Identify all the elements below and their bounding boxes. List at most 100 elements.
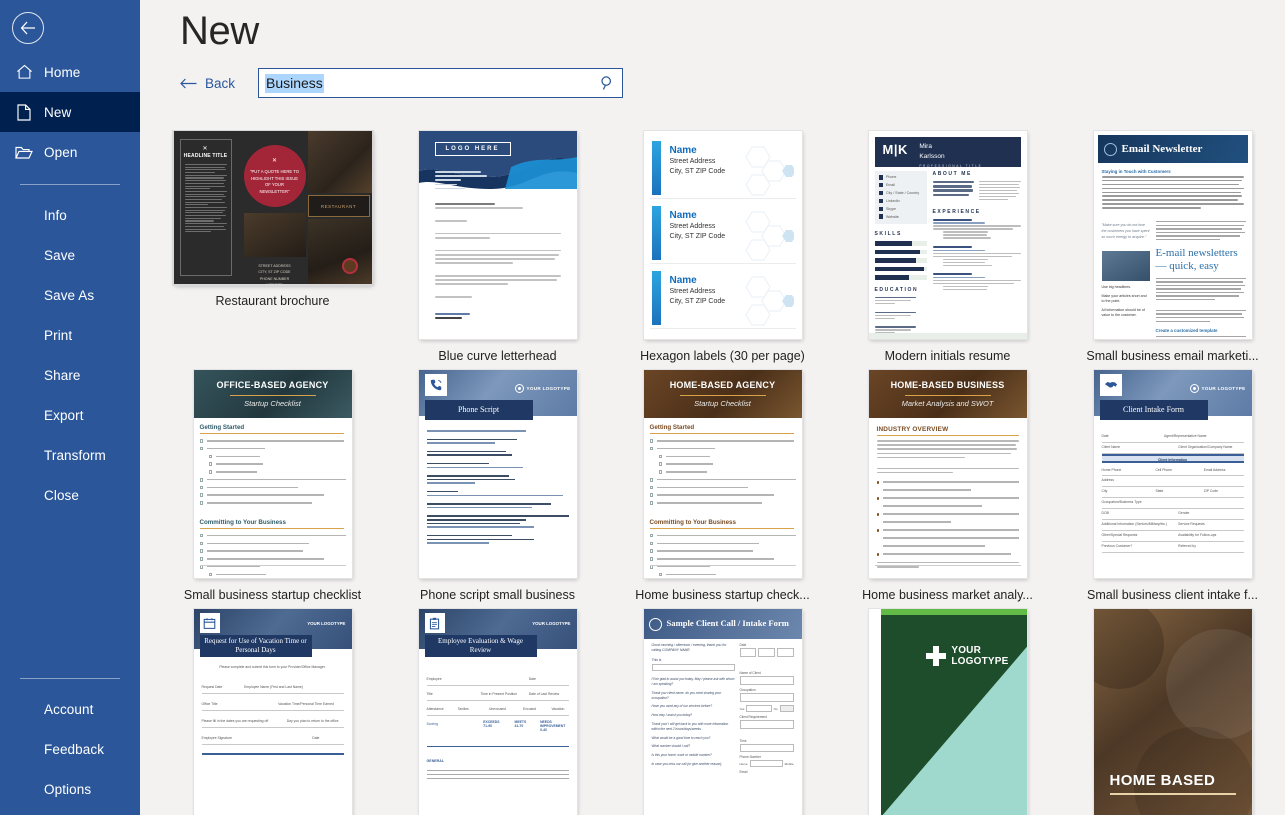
- checklist-title: HOME-BASED AGENCY: [669, 380, 776, 390]
- form-label: Client Organization/Company Name: [1178, 445, 1233, 449]
- checklist-section-2: Committing to Your Business: [649, 518, 736, 526]
- template-card-modern-initials-resume[interactable]: M|K Mira Karlsson PROFESSIONAL TITLE Pho…: [835, 130, 1060, 363]
- thumbnail-wrap[interactable]: YOUR LOGOTYPE: [868, 608, 1028, 815]
- template-card-home-based-cover[interactable]: HOME BASED: [1060, 608, 1285, 815]
- template-grid[interactable]: ✕ HEADLINE TITLE ✕ "PUT A QUOTE HERE TO …: [140, 130, 1285, 815]
- template-thumbnail[interactable]: LOGO HERE: [418, 131, 577, 339]
- resume-section-skills: SKILLS: [874, 231, 902, 238]
- template-card-employee-evaluation[interactable]: YOUR LOGOTYPE Employee Evaluation & Wage…: [385, 608, 610, 815]
- thumbnail-wrap[interactable]: YOUR LOGOTYPE Client Intake Form Date Age…: [1093, 369, 1253, 579]
- sidebar-item-export[interactable]: Export: [0, 395, 140, 435]
- thumbnail-wrap[interactable]: YOUR LOGOTYPE Phone Script: [418, 369, 578, 579]
- resume-header: M|K Mira Karlsson PROFESSIONAL TITLE: [874, 137, 1021, 168]
- script-group: [426, 475, 569, 484]
- letterhead-logo-box: LOGO HERE: [434, 142, 511, 156]
- template-card-green-logotype-cover[interactable]: YOUR LOGOTYPE: [835, 608, 1060, 815]
- template-card-blue-curve-letterhead[interactable]: LOGO HERE Blue curve letterhead: [385, 130, 610, 363]
- label-block: Name Street Address City, ST ZIP Code: [649, 204, 796, 264]
- sidebar-item-home[interactable]: Home: [0, 52, 140, 92]
- main-content: New Back Business ✕ HEADLINE TITLE ✕ "PU…: [140, 0, 1285, 815]
- template-thumbnail[interactable]: HOME BASED: [1093, 609, 1252, 815]
- search-input[interactable]: Business: [258, 68, 623, 98]
- form-label: Availability for Follow-ups: [1178, 533, 1217, 537]
- template-card-vacation-request[interactable]: YOUR LOGOTYPE Request for Use of Vacatio…: [160, 608, 385, 815]
- template-thumbnail[interactable]: Sample Client Call / Intake Form Good mo…: [643, 609, 802, 815]
- back-circle-button[interactable]: [12, 12, 44, 44]
- backstage-sidebar: Home New Open Info Save Save As Print Sh…: [0, 0, 140, 815]
- template-thumbnail[interactable]: YOUR LOGOTYPE Phone Script: [418, 370, 577, 578]
- label-text: Name Street Address City, ST ZIP Code: [670, 275, 726, 307]
- template-thumbnail[interactable]: YOUR LOGOTYPE Employee Evaluation & Wage…: [418, 609, 577, 815]
- template-card-hexagon-labels[interactable]: Name Street Address City, ST ZIP Code Na…: [610, 130, 835, 363]
- thumbnail-wrap[interactable]: OFFICE-BASED AGENCY Startup Checklist Ge…: [193, 369, 353, 579]
- template-thumbnail[interactable]: HOME-BASED AGENCY Startup Checklist Gett…: [643, 370, 802, 578]
- template-card-home-business-startup-checklist[interactable]: HOME-BASED AGENCY Startup Checklist Gett…: [610, 369, 835, 602]
- sidebar-item-new[interactable]: New: [0, 92, 140, 132]
- template-thumbnail[interactable]: YOUR LOGOTYPE: [868, 609, 1027, 815]
- back-link[interactable]: Back: [180, 76, 258, 91]
- sidebar-item-save-as[interactable]: Save As: [0, 275, 140, 315]
- logotype: YOUR LOGOTYPE: [307, 621, 345, 626]
- sidebar-item-transform[interactable]: Transform: [0, 435, 140, 475]
- template-thumbnail[interactable]: YOUR LOGOTYPE Request for Use of Vacatio…: [193, 609, 352, 815]
- sidebar-item-print[interactable]: Print: [0, 315, 140, 355]
- thumbnail-wrap[interactable]: YOUR LOGOTYPE Employee Evaluation & Wage…: [418, 608, 578, 815]
- form-row: Employee Signature Date: [201, 728, 344, 745]
- sidebar-item-account[interactable]: Account: [0, 689, 140, 729]
- market-bullet: [876, 479, 1019, 484]
- search-icon[interactable]: [600, 76, 615, 91]
- checklist-hero-photo: [643, 370, 802, 418]
- phone-script-body: [426, 430, 569, 551]
- checklist-section-rule: [649, 433, 794, 434]
- template-card-home-business-market-analysis[interactable]: HOME-BASED BUSINESS Market Analysis and …: [835, 369, 1060, 602]
- label-name: Name: [669, 210, 697, 221]
- sidebar-item-feedback[interactable]: Feedback: [0, 729, 140, 769]
- template-thumbnail[interactable]: OFFICE-BASED AGENCY Startup Checklist Ge…: [193, 370, 352, 578]
- thumbnail-wrap[interactable]: ✕ HEADLINE TITLE ✕ "PUT A QUOTE HERE TO …: [171, 130, 374, 286]
- thumbnail-wrap[interactable]: HOME-BASED AGENCY Startup Checklist Gett…: [643, 369, 803, 579]
- thumbnail-wrap[interactable]: HOME BASED: [1093, 608, 1253, 815]
- template-thumbnail[interactable]: ✕ HEADLINE TITLE ✕ "PUT A QUOTE HERE TO …: [171, 130, 374, 286]
- script-group: [426, 515, 569, 528]
- template-card-small-business-startup-checklist[interactable]: OFFICE-BASED AGENCY Startup Checklist Ge…: [160, 369, 385, 602]
- thumbnail-wrap[interactable]: YOUR LOGOTYPE Request for Use of Vacatio…: [193, 608, 353, 815]
- hexagon-decoration-icon: [734, 143, 796, 202]
- thumbnail-wrap[interactable]: Name Street Address City, ST ZIP Code Na…: [643, 130, 803, 340]
- market-bullet: [877, 503, 1019, 508]
- sidebar-item-options-label: Options: [44, 781, 92, 797]
- form-label: Occupation/Business Type: [1101, 500, 1142, 504]
- template-thumbnail[interactable]: Email Newsletter Staying in Touch with C…: [1093, 131, 1252, 339]
- sidebar-item-share[interactable]: Share: [0, 355, 140, 395]
- checklist-item: [199, 485, 346, 490]
- template-card-client-intake-form[interactable]: YOUR LOGOTYPE Client Intake Form Date Age…: [1060, 369, 1285, 602]
- form-row: Office Title Vacation Time/Personal Time …: [201, 694, 344, 711]
- thumbnail-wrap[interactable]: M|K Mira Karlsson PROFESSIONAL TITLE Pho…: [868, 130, 1028, 340]
- sidebar-item-options[interactable]: Options: [0, 769, 140, 809]
- thumbnail-wrap[interactable]: Email Newsletter Staying in Touch with C…: [1093, 130, 1253, 340]
- resume-first-name: Mira: [919, 143, 932, 150]
- email-newsletter-art: Email Newsletter Staying in Touch with C…: [1093, 131, 1252, 339]
- form-row: Occupation/Business Type: [1101, 498, 1244, 509]
- newsletter-header: Email Newsletter: [1097, 135, 1248, 163]
- word-backstage-new-screen: Home New Open Info Save Save As Print Sh…: [0, 0, 1285, 815]
- sidebar-item-info[interactable]: Info: [0, 195, 140, 235]
- template-caption: Hexagon labels (30 per page): [640, 349, 805, 363]
- form-section-label: Client Information: [1157, 458, 1187, 462]
- template-card-sample-client-call[interactable]: Sample Client Call / Intake Form Good mo…: [610, 608, 835, 815]
- resume-contact-row: Skype: [878, 206, 923, 212]
- sidebar-item-open[interactable]: Open: [0, 132, 140, 172]
- template-card-restaurant-brochure[interactable]: ✕ HEADLINE TITLE ✕ "PUT A QUOTE HERE TO …: [160, 130, 385, 363]
- thumbnail-wrap[interactable]: Sample Client Call / Intake Form Good mo…: [643, 608, 803, 815]
- template-thumbnail[interactable]: YOUR LOGOTYPE Client Intake Form Date Age…: [1093, 370, 1252, 578]
- template-card-phone-script[interactable]: YOUR LOGOTYPE Phone Script Phone script …: [385, 369, 610, 602]
- sidebar-item-save[interactable]: Save: [0, 235, 140, 275]
- checklist-item: [649, 438, 796, 443]
- template-thumbnail[interactable]: HOME-BASED BUSINESS Market Analysis and …: [868, 370, 1027, 578]
- template-card-email-newsletter[interactable]: Email Newsletter Staying in Touch with C…: [1060, 130, 1285, 363]
- template-thumbnail[interactable]: Name Street Address City, ST ZIP Code Na…: [643, 131, 802, 339]
- template-thumbnail[interactable]: M|K Mira Karlsson PROFESSIONAL TITLE Pho…: [868, 131, 1027, 339]
- checklist-item: [649, 500, 796, 505]
- thumbnail-wrap[interactable]: HOME-BASED BUSINESS Market Analysis and …: [868, 369, 1028, 579]
- sidebar-item-close[interactable]: Close: [0, 475, 140, 515]
- thumbnail-wrap[interactable]: LOGO HERE: [418, 130, 578, 340]
